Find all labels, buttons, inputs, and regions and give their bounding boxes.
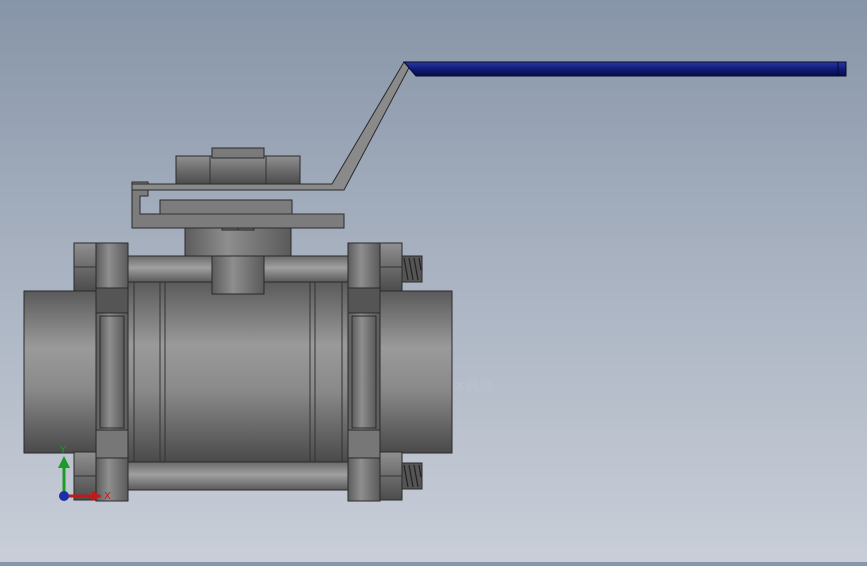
right-pipe-end [379,290,453,454]
graphics-viewport[interactable]: Y X 沐风网 [0,0,867,562]
left-flange [95,242,129,502]
stem-nut [175,147,301,185]
triad-x-label: X [104,491,111,502]
bottom-tie-rod [127,461,349,491]
triad-y-arrow-icon [58,456,70,468]
triad-origin [59,491,69,501]
triad-y-label: Y [59,445,67,456]
right-flange [347,242,381,502]
valve-body [127,281,349,463]
left-pipe-end [23,290,99,454]
